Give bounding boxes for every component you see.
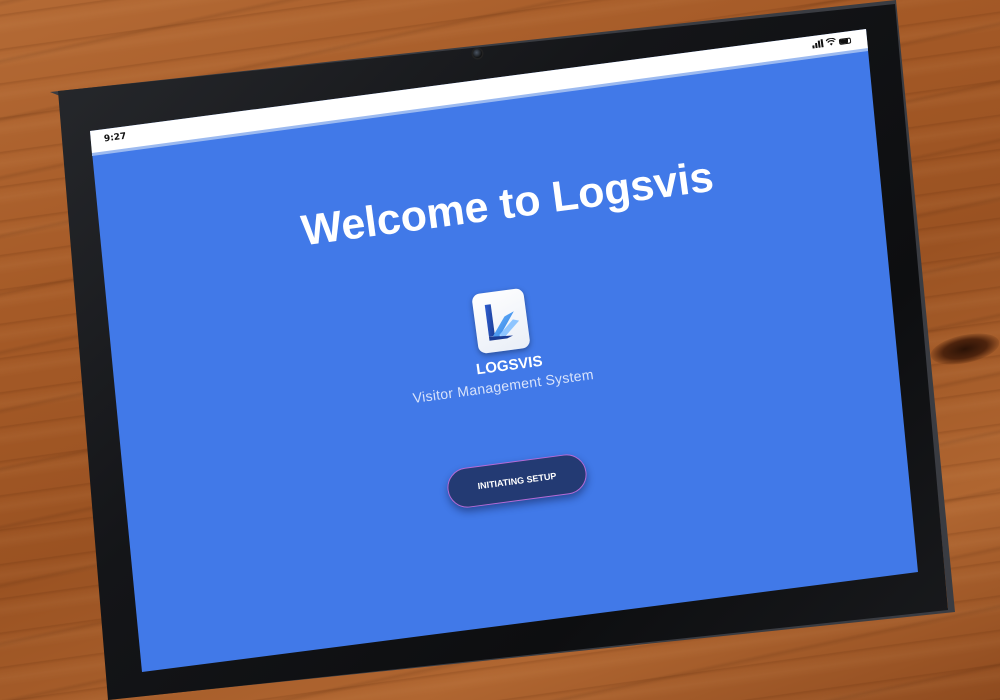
- front-camera: [473, 49, 482, 58]
- tablet-device: 9:27 Welcome to Logsvis LOGSVIS Visitor …: [0, 0, 1000, 700]
- logsvis-logo-icon: [471, 287, 531, 355]
- wifi-icon: [825, 37, 836, 46]
- signal-icon: [812, 39, 824, 49]
